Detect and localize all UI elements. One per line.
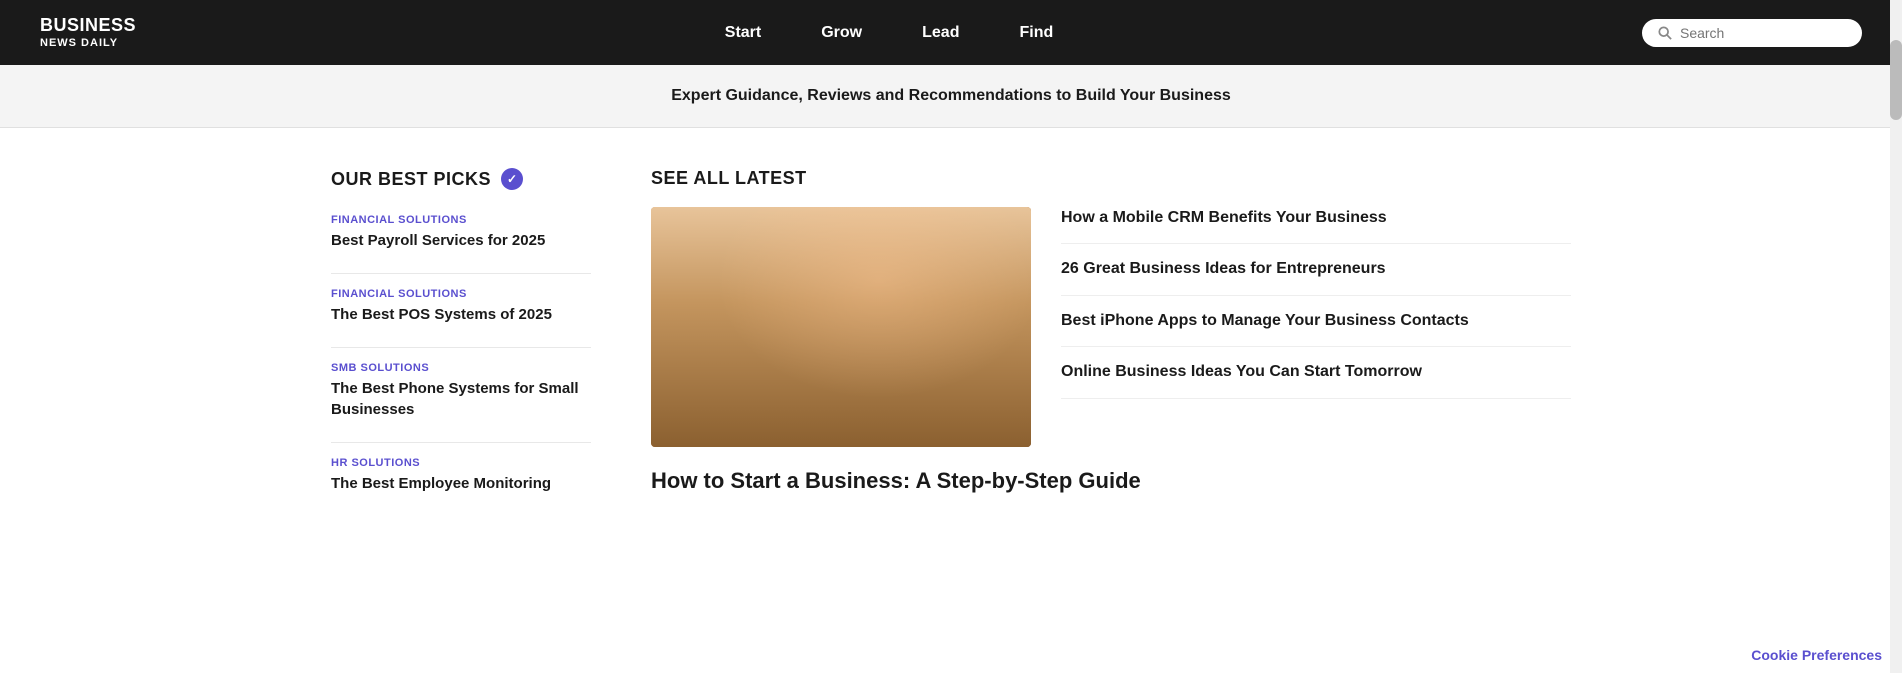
featured-article-text[interactable]: How to Start a Business: A Step-by-Step … (651, 467, 1571, 496)
search-box[interactable] (1642, 19, 1862, 47)
latest-article-title-3: Best iPhone Apps to Manage Your Business… (1061, 312, 1469, 329)
latest-section: SEE ALL LATEST (651, 168, 1571, 516)
woman-laptop-illustration (651, 207, 1031, 447)
latest-top: How a Mobile CRM Benefits Your Business … (651, 207, 1571, 447)
pick-category-3: SMB SOLUTIONS (331, 362, 591, 374)
navbar: BUSINESS NEWS DAILY Start Grow Lead Find (0, 0, 1902, 65)
nav-link-find[interactable]: Find (1019, 24, 1053, 41)
tagline-banner: Expert Guidance, Reviews and Recommendat… (0, 65, 1902, 128)
latest-article-item-4[interactable]: Online Business Ideas You Can Start Tomo… (1061, 347, 1571, 398)
nav-item-find[interactable]: Find (1019, 24, 1053, 42)
latest-articles: How a Mobile CRM Benefits Your Business … (1061, 207, 1571, 447)
pick-divider-3 (331, 442, 591, 443)
brand-logo[interactable]: BUSINESS NEWS DAILY (40, 15, 136, 50)
nav-links: Start Grow Lead Find (725, 24, 1053, 42)
latest-header: SEE ALL LATEST (651, 168, 1571, 189)
nav-link-start[interactable]: Start (725, 24, 761, 41)
nav-link-grow[interactable]: Grow (821, 24, 862, 41)
latest-article-item-1[interactable]: How a Mobile CRM Benefits Your Business (1061, 207, 1571, 244)
nav-item-lead[interactable]: Lead (922, 24, 959, 42)
best-picks-sidebar: OUR BEST PICKS FINANCIAL SOLUTIONS Best … (331, 168, 591, 516)
pick-title-4: The Best Employee Monitoring (331, 473, 591, 494)
scrollbar-thumb[interactable] (1890, 40, 1902, 120)
latest-article-item-2[interactable]: 26 Great Business Ideas for Entrepreneur… (1061, 244, 1571, 295)
nav-item-start[interactable]: Start (725, 24, 761, 42)
pick-item-4[interactable]: HR SOLUTIONS The Best Employee Monitorin… (331, 457, 591, 494)
nav-link-lead[interactable]: Lead (922, 24, 959, 41)
pick-item-1[interactable]: FINANCIAL SOLUTIONS Best Payroll Service… (331, 214, 591, 251)
pick-title-3: The Best Phone Systems for Small Busines… (331, 378, 591, 420)
pick-item-2[interactable]: FINANCIAL SOLUTIONS The Best POS Systems… (331, 288, 591, 325)
tagline-text: Expert Guidance, Reviews and Recommendat… (40, 87, 1862, 105)
pick-title-1: Best Payroll Services for 2025 (331, 230, 591, 251)
best-picks-title: OUR BEST PICKS (331, 169, 491, 190)
search-icon (1658, 26, 1672, 40)
latest-article-title-1: How a Mobile CRM Benefits Your Business (1061, 209, 1387, 226)
featured-image (651, 207, 1031, 447)
brand-name-top: BUSINESS (40, 15, 136, 37)
pick-category-1: FINANCIAL SOLUTIONS (331, 214, 591, 226)
pick-category-2: FINANCIAL SOLUTIONS (331, 288, 591, 300)
featured-article-title: How to Start a Business: A Step-by-Step … (651, 467, 1571, 496)
search-input[interactable] (1680, 25, 1846, 41)
main-content: OUR BEST PICKS FINANCIAL SOLUTIONS Best … (251, 128, 1651, 556)
pick-title-2: The Best POS Systems of 2025 (331, 304, 591, 325)
verified-badge-icon (501, 168, 523, 190)
featured-image-wrap[interactable] (651, 207, 1031, 447)
latest-article-title-2: 26 Great Business Ideas for Entrepreneur… (1061, 260, 1386, 277)
brand-name-bottom: NEWS DAILY (40, 37, 136, 50)
latest-article-title-4: Online Business Ideas You Can Start Tomo… (1061, 363, 1422, 380)
pick-category-4: HR SOLUTIONS (331, 457, 591, 469)
nav-item-grow[interactable]: Grow (821, 24, 862, 42)
pick-divider-1 (331, 273, 591, 274)
pick-item-3[interactable]: SMB SOLUTIONS The Best Phone Systems for… (331, 362, 591, 420)
pick-divider-2 (331, 347, 591, 348)
best-picks-header: OUR BEST PICKS (331, 168, 591, 190)
cookie-preferences[interactable]: Cookie Preferences (1751, 647, 1882, 663)
scrollbar-track[interactable] (1890, 0, 1902, 673)
latest-article-item-3[interactable]: Best iPhone Apps to Manage Your Business… (1061, 296, 1571, 347)
